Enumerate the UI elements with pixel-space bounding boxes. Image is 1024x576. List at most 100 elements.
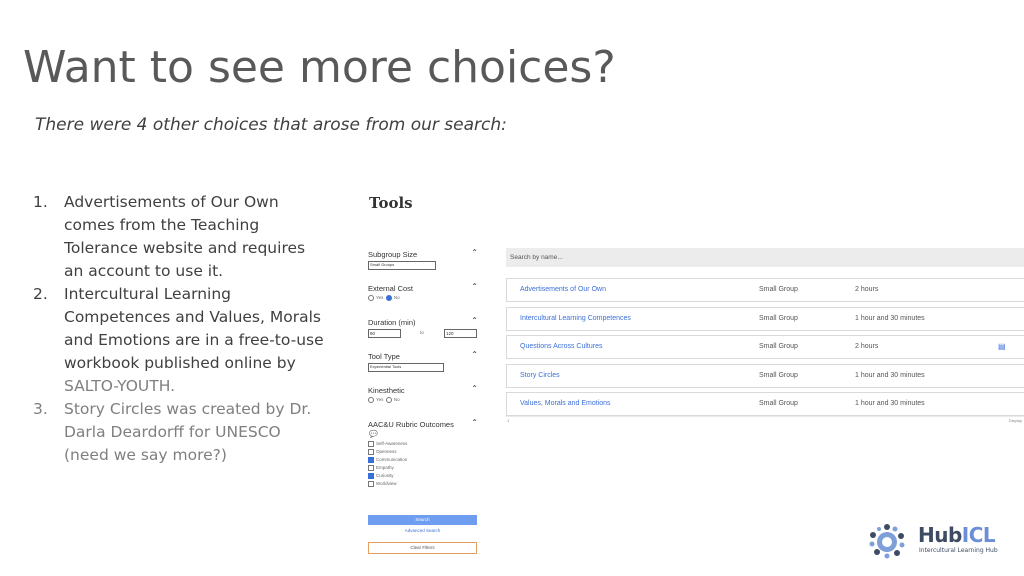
radio-label: No bbox=[393, 295, 400, 301]
kinesthetic-radios: Yes No bbox=[368, 397, 400, 403]
table-row[interactable]: Advertisements of Our Own Small Group 2 … bbox=[506, 278, 1024, 302]
list-line: Tolerance website and requires bbox=[64, 239, 306, 257]
checkbox[interactable] bbox=[368, 480, 374, 487]
radio-no[interactable] bbox=[385, 295, 392, 301]
radio-label: Yes bbox=[376, 295, 384, 301]
chevron-up-icon[interactable]: ⌃ bbox=[471, 282, 478, 291]
subgroup-select[interactable]: Small Groups bbox=[368, 261, 436, 270]
list-line: Competences and Values, Morals bbox=[64, 308, 321, 326]
filter-duration: Duration (min) ⌃ 90 to 120 bbox=[368, 316, 478, 352]
checkbox-row[interactable]: Communication bbox=[368, 456, 407, 464]
checkbox-label: Worldview bbox=[376, 481, 397, 486]
result-group: Small Group bbox=[759, 371, 798, 379]
results-list: Advertisements of Our Own Small Group 2 … bbox=[506, 278, 1024, 421]
search-input[interactable]: Search by name... bbox=[506, 248, 1024, 267]
duration-min-input[interactable]: 90 bbox=[368, 329, 401, 338]
table-row[interactable]: Intercultural Learning Competences Small… bbox=[506, 306, 1024, 331]
rubric-checkboxes: Self-Awareness Openness Communication Em… bbox=[368, 440, 407, 488]
result-name-link[interactable]: Intercultural Learning Competences bbox=[520, 308, 631, 330]
list-line: Darla Deardorff for UNESCO bbox=[64, 423, 281, 441]
display-label[interactable]: Display bbox=[1009, 418, 1022, 423]
advanced-search-link[interactable]: Advanced Search bbox=[368, 528, 477, 533]
duration-to-label: to bbox=[420, 330, 424, 335]
divider bbox=[506, 416, 1024, 417]
chevron-up-icon[interactable]: ⌃ bbox=[471, 350, 478, 359]
pager[interactable]: 1 bbox=[507, 418, 509, 423]
checkbox-label: Openness bbox=[376, 449, 397, 454]
radio-yes[interactable] bbox=[368, 295, 374, 301]
checkbox-row[interactable]: Openness bbox=[368, 448, 407, 456]
radio-label: No bbox=[393, 397, 400, 403]
result-group: Small Group bbox=[759, 343, 798, 350]
result-duration: 1 hour and 30 minutes bbox=[855, 314, 925, 322]
filter-label: Duration (min) bbox=[368, 318, 416, 327]
tool-type-select[interactable]: Experiential Tools bbox=[368, 363, 444, 372]
checkbox[interactable] bbox=[368, 440, 374, 447]
filter-sidebar: Subgroup Size ⌃ Small Groups External Co… bbox=[368, 248, 478, 500]
result-duration: 2 hours bbox=[855, 286, 879, 293]
duration-max-input[interactable]: 120 bbox=[444, 329, 477, 338]
tools-heading: Tools bbox=[369, 194, 413, 212]
slide-subtitle: There were 4 other choices that arose fr… bbox=[35, 115, 507, 135]
result-group: Small Group bbox=[759, 286, 798, 293]
result-name-link[interactable]: Story Circles bbox=[520, 365, 560, 387]
list-item: 3. Story Circles was created by Dr. Darl… bbox=[33, 398, 333, 467]
filter-external-cost: External Cost ⌃ Yes No bbox=[368, 282, 478, 318]
tools-screenshot: Tools · Subgroup Size ⌃ Small Groups Ext… bbox=[360, 180, 1024, 576]
cost-radios: Yes No bbox=[368, 295, 400, 301]
result-name-link[interactable]: Questions Across Cultures bbox=[520, 336, 602, 358]
table-row[interactable]: Values, Morals and Emotions Small Group … bbox=[506, 392, 1024, 416]
filter-label: Tool Type bbox=[368, 352, 400, 361]
search-button[interactable]: Search bbox=[368, 515, 477, 525]
result-name-link[interactable]: Advertisements of Our Own bbox=[520, 279, 606, 301]
filter-label: External Cost bbox=[368, 284, 414, 293]
filter-subgroup: Subgroup Size ⌃ Small Groups bbox=[368, 248, 478, 284]
checkbox[interactable] bbox=[368, 448, 374, 455]
list-number: 3. bbox=[33, 400, 48, 418]
list-item: 2. Intercultural Learning Competences an… bbox=[33, 283, 333, 398]
logo-tagline: Intercultural Learning Hub bbox=[919, 547, 998, 554]
table-row[interactable]: Story Circles Small Group 1 hour and 30 … bbox=[506, 363, 1024, 388]
result-duration: 1 hour and 30 minutes bbox=[855, 400, 925, 407]
chevron-up-icon[interactable]: ⌃ bbox=[471, 418, 478, 427]
checkbox-row[interactable]: Empathy bbox=[368, 464, 407, 472]
checkbox-label: Communication bbox=[376, 457, 408, 462]
radio-yes[interactable] bbox=[368, 397, 374, 403]
logo-wordmark: HubICL bbox=[918, 523, 996, 547]
list-number: 1. bbox=[33, 193, 48, 211]
book-icon[interactable]: ▤ bbox=[998, 336, 1006, 358]
checkbox-row[interactable]: Self-Awareness bbox=[368, 440, 407, 448]
result-duration: 2 hours bbox=[855, 343, 879, 350]
filter-rubric: AAC&U Rubric Outcomes ⌃ 💬 Self-Awareness… bbox=[368, 418, 478, 500]
chevron-up-icon[interactable]: ⌃ bbox=[471, 316, 478, 325]
slide-title: Want to see more choices? bbox=[23, 42, 616, 93]
checkbox[interactable] bbox=[368, 472, 374, 479]
clear-filters-button[interactable]: Clear Filters bbox=[368, 542, 477, 554]
logo-hub: Hub bbox=[918, 523, 962, 547]
list-line: Intercultural Learning bbox=[64, 285, 231, 303]
chevron-up-icon[interactable]: ⌃ bbox=[471, 248, 478, 257]
filter-kinesthetic: Kinesthetic ⌃ Yes No bbox=[368, 384, 478, 420]
filter-label: Kinesthetic bbox=[368, 386, 405, 395]
hubicl-logo-icon bbox=[869, 524, 905, 559]
chevron-up-icon[interactable]: ⌃ bbox=[471, 384, 478, 393]
list-line: comes from the Teaching bbox=[64, 216, 260, 234]
hubicl-logo: HubICL Intercultural Learning Hub bbox=[864, 519, 998, 559]
result-duration: 1 hour and 30 minutes bbox=[855, 371, 925, 379]
list-line: workbook published online by bbox=[64, 354, 296, 372]
checkbox[interactable] bbox=[368, 456, 374, 463]
list-number: 2. bbox=[33, 285, 48, 303]
radio-label: Yes bbox=[376, 397, 384, 403]
result-group: Small Group bbox=[759, 400, 798, 407]
radio-no[interactable] bbox=[385, 397, 392, 403]
checkbox-row[interactable]: Worldview bbox=[368, 480, 407, 488]
filter-label: Subgroup Size bbox=[368, 250, 418, 259]
logo-icl: ICL bbox=[961, 523, 996, 547]
result-name-link[interactable]: Values, Morals and Emotions bbox=[520, 393, 611, 415]
checkbox-row[interactable]: Curiosity bbox=[368, 472, 407, 480]
checkbox[interactable] bbox=[368, 464, 374, 471]
list-line: an account to use it. bbox=[64, 262, 224, 280]
filter-tool-type: Tool Type ⌃ Experiential Tools bbox=[368, 350, 478, 386]
table-row[interactable]: Questions Across Cultures Small Group 2 … bbox=[506, 335, 1024, 359]
filter-label: AAC&U Rubric Outcomes bbox=[368, 420, 454, 429]
